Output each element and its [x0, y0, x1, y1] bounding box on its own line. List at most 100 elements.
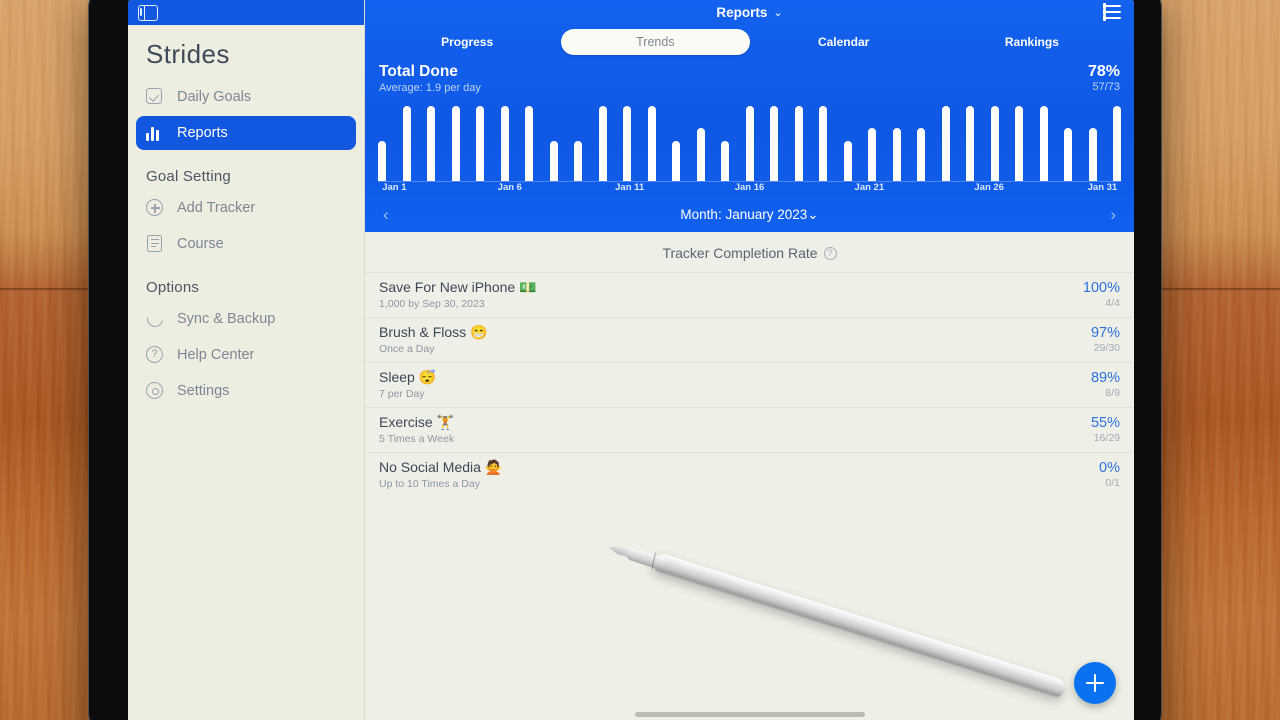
question-circle-icon[interactable]: ? — [823, 246, 837, 260]
report-tabs: Progress Trends Calendar Rankings — [365, 25, 1134, 59]
axis-tick-label: Jan 21 — [854, 182, 885, 193]
list-title: Tracker Completion Rate ? — [365, 232, 1134, 272]
tracker-goal: Up to 10 Times a Day — [379, 478, 480, 490]
tracker-fraction: 29/30 — [1093, 342, 1120, 354]
sidebar-item-help-center[interactable]: ? Help Center — [136, 338, 356, 372]
sidebar-item-reports[interactable]: Reports — [136, 116, 356, 150]
axis-tick-label: Jan 26 — [974, 182, 1004, 193]
summary-subtitle: Average: 1.9 per day — [379, 82, 481, 94]
chart-bar — [892, 128, 901, 181]
month-navigation: ‹ Month: January 2023⌄ › — [365, 198, 1134, 232]
chart-bar — [500, 106, 509, 181]
sidebar-item-course[interactable]: Course — [136, 227, 356, 261]
chart-bar — [721, 141, 729, 181]
axis-tick-label: Jan 1 — [382, 182, 407, 193]
tracker-name: Brush & Floss 😁 — [379, 324, 488, 340]
summary-title: Total Done — [379, 63, 458, 80]
month-label-text: Month: January 2023 — [680, 207, 808, 222]
chart-bar — [868, 128, 876, 181]
chart-bar — [966, 106, 974, 181]
trends-bar-chart — [378, 102, 1121, 182]
chart-bar — [990, 106, 999, 181]
add-tracker-fab[interactable] — [1074, 662, 1116, 704]
chevron-down-icon[interactable]: ⌄ — [773, 6, 782, 19]
sync-icon — [143, 307, 167, 331]
tracker-name: No Social Media 🙅 — [379, 459, 503, 475]
tablet-device: Strides Daily Goals Reports Goal Setting… — [88, 0, 1162, 720]
bar-chart-icon — [146, 124, 164, 142]
page-title[interactable]: Reports — [716, 5, 767, 20]
tracker-percent: 0% — [1099, 460, 1120, 476]
tab-progress[interactable]: Progress — [373, 29, 561, 55]
chart-bar — [941, 106, 950, 181]
sidebar-section-goal-setting: Goal Setting — [146, 168, 231, 185]
summary-fraction: 57/73 — [1092, 81, 1120, 93]
chart-bar — [696, 128, 705, 181]
checkbox-icon — [146, 88, 164, 106]
chart-bar — [378, 141, 386, 181]
sidebar: Strides Daily Goals Reports Goal Setting… — [128, 0, 365, 720]
question-circle-icon: ? — [146, 346, 164, 364]
sidebar-item-label: Reports — [177, 125, 228, 141]
tracker-fraction: 8/9 — [1105, 387, 1120, 399]
sidebar-item-daily-goals[interactable]: Daily Goals — [136, 80, 356, 114]
chart-bar — [451, 106, 460, 181]
chart-bar — [1015, 106, 1023, 181]
sliders-icon[interactable] — [1103, 3, 1121, 21]
sidebar-item-label: Daily Goals — [177, 89, 252, 105]
chart-bar — [647, 106, 656, 181]
tracker-row[interactable]: No Social Media 🙅 Up to 10 Times a Day 0% 0… — [365, 452, 1134, 497]
tracker-fraction: 0/1 — [1105, 477, 1120, 489]
month-label[interactable]: Month: January 2023⌄ — [680, 207, 818, 223]
tab-calendar[interactable]: Calendar — [750, 29, 938, 55]
sidebar-item-label: Settings — [177, 383, 230, 399]
tracker-goal: 7 per Day — [379, 388, 425, 400]
list-title-text: Tracker Completion Rate — [662, 245, 818, 261]
tracker-row[interactable]: Brush & Floss 😁 Once a Day 97% 29/30 — [365, 317, 1134, 362]
tab-trends[interactable]: Trends — [561, 29, 750, 55]
chart-bar — [1039, 106, 1048, 181]
chart-bar — [598, 106, 607, 181]
tracker-list: Save For New iPhone 💵 1,000 by Sep 30, 20… — [365, 272, 1134, 497]
tracker-percent: 55% — [1090, 415, 1120, 431]
sidebar-item-label: Help Center — [177, 347, 255, 363]
summary-block: Total Done Average: 1.9 per day 78% 57/7… — [365, 59, 1134, 94]
chart-bar — [843, 141, 852, 181]
tracker-name: Exercise 🏋️ — [379, 414, 455, 430]
tracker-goal: Once a Day — [379, 343, 435, 355]
home-indicator — [634, 712, 865, 717]
sidebar-item-label: Sync & Backup — [177, 311, 276, 327]
chart-bar — [574, 141, 582, 181]
chart-bar — [1088, 128, 1097, 181]
tracker-row[interactable]: Sleep 😴 7 per Day 89% 8/9 — [365, 362, 1134, 407]
chart-bar — [1064, 128, 1072, 181]
tab-rankings[interactable]: Rankings — [938, 29, 1126, 55]
tracker-fraction: 4/4 — [1105, 297, 1120, 309]
chart-bar — [402, 106, 411, 181]
sidebar-item-sync-backup[interactable]: Sync & Backup — [136, 302, 356, 336]
sidebar-item-add-tracker[interactable]: Add Tracker — [136, 191, 356, 225]
chevron-down-icon: ⌄ — [807, 207, 819, 222]
chart-bar — [745, 106, 754, 181]
chevron-right-icon[interactable]: › — [1110, 205, 1116, 225]
tracker-percent: 89% — [1090, 370, 1120, 386]
title-row: Reports ⌄ — [365, 0, 1134, 25]
sidebar-toggle-icon[interactable] — [138, 4, 158, 21]
tracker-row[interactable]: Save For New iPhone 💵 1,000 by Sep 30, 20… — [365, 272, 1134, 317]
tracker-row[interactable]: Exercise 🏋️ 5 Times a Week 55% 16/29 — [365, 407, 1134, 452]
chart-bar — [427, 106, 435, 181]
chart-bar — [770, 106, 778, 181]
tracker-name: Sleep 😴 — [379, 369, 437, 385]
summary-percent: 78% — [1087, 63, 1120, 80]
tablet-screen: Strides Daily Goals Reports Goal Setting… — [128, 0, 1134, 720]
chart-bar — [794, 106, 803, 181]
sidebar-item-label: Add Tracker — [177, 200, 256, 216]
sidebar-section-options: Options — [146, 279, 200, 296]
sidebar-item-settings[interactable]: Settings — [136, 374, 356, 408]
tracker-goal: 1,000 by Sep 30, 2023 — [379, 298, 485, 310]
chevron-left-icon[interactable]: ‹ — [383, 205, 389, 225]
tracker-goal: 5 Times a Week — [379, 433, 455, 445]
chart-bar — [623, 106, 631, 181]
sidebar-item-label: Course — [177, 236, 224, 252]
chart-bar — [476, 106, 484, 181]
